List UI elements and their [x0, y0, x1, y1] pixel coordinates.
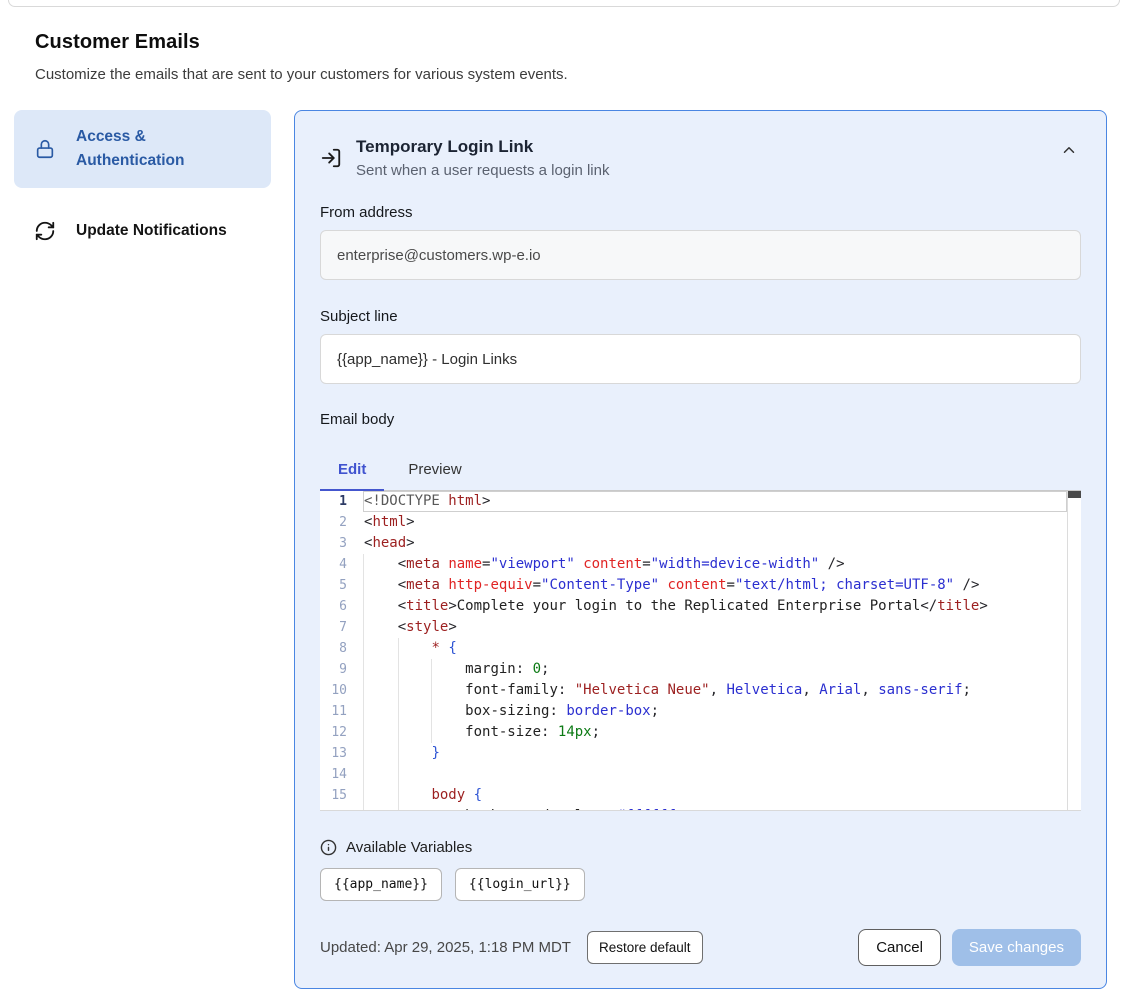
collapse-button[interactable]	[1057, 139, 1081, 163]
code-line-content: <html>	[363, 512, 415, 533]
code-line-content: }	[363, 743, 440, 764]
code-line[interactable]: 10 font-family: "Helvetica Neue", Helvet…	[320, 680, 1081, 701]
refresh-icon	[34, 220, 56, 242]
panel-footer: Updated: Apr 29, 2025, 1:18 PM MDT Resto…	[320, 929, 1081, 966]
code-line[interactable]: 3<head>	[320, 533, 1081, 554]
from-address-input[interactable]	[320, 230, 1081, 280]
editor-scrollbar[interactable]	[1067, 491, 1081, 810]
page-title: Customer Emails	[35, 31, 1093, 54]
variable-chips: {{app_name}} {{login_url}}	[320, 868, 1081, 901]
line-number: 13	[320, 743, 363, 764]
line-number: 6	[320, 596, 363, 617]
line-number: 2	[320, 512, 363, 533]
code-editor[interactable]: 1<!DOCTYPE html>2<html>3<head>4 <meta na…	[320, 491, 1081, 811]
code-line[interactable]: 13 }	[320, 743, 1081, 764]
tab-edit[interactable]: Edit	[320, 452, 384, 490]
lock-icon	[34, 138, 56, 160]
save-changes-button[interactable]: Save changes	[952, 929, 1081, 966]
sidebar-item-label: Access & Authentication	[76, 125, 251, 173]
panel-title: Temporary Login Link	[356, 137, 1043, 157]
tab-preview[interactable]: Preview	[390, 452, 479, 490]
code-line[interactable]: 4 <meta name="viewport" content="width=d…	[320, 554, 1081, 575]
panel-subtitle: Sent when a user requests a login link	[356, 162, 1043, 179]
cancel-button[interactable]: Cancel	[858, 929, 941, 966]
line-number: 10	[320, 680, 363, 701]
available-variables-label: Available Variables	[346, 839, 472, 856]
code-line-content: font-family: "Helvetica Neue", Helvetica…	[363, 680, 971, 701]
code-line-content: body {	[363, 785, 482, 806]
code-line-content: <!DOCTYPE html>	[363, 491, 490, 512]
code-line[interactable]: 15 body {	[320, 785, 1081, 806]
code-line[interactable]: 8 * {	[320, 638, 1081, 659]
line-number: 15	[320, 785, 363, 806]
info-icon[interactable]	[320, 839, 337, 856]
editor-scrollbar-thumb[interactable]	[1068, 491, 1081, 498]
code-line-content: background-color: #ffffff;	[363, 806, 684, 811]
code-line[interactable]: 1<!DOCTYPE html>	[320, 491, 1081, 512]
updated-timestamp: Updated: Apr 29, 2025, 1:18 PM MDT	[320, 939, 571, 956]
line-number: 7	[320, 617, 363, 638]
page-subtitle: Customize the emails that are sent to yo…	[35, 66, 1093, 83]
code-line[interactable]: 12 font-size: 14px;	[320, 722, 1081, 743]
available-variables-header: Available Variables	[320, 839, 1081, 856]
code-line-content: font-size: 14px;	[363, 722, 600, 743]
code-line-content: box-sizing: border-box;	[363, 701, 659, 722]
code-line-content: <meta name="viewport" content="width=dev…	[363, 554, 845, 575]
panel-header: Temporary Login Link Sent when a user re…	[320, 137, 1081, 179]
code-line-content: <head>	[363, 533, 415, 554]
line-number: 3	[320, 533, 363, 554]
code-line-content: * {	[363, 638, 457, 659]
line-number: 16	[320, 806, 363, 811]
subject-line-input[interactable]	[320, 334, 1081, 384]
chevron-up-icon	[1060, 147, 1078, 162]
code-line[interactable]: 9 margin: 0;	[320, 659, 1081, 680]
code-line[interactable]: 5 <meta http-equiv="Content-Type" conten…	[320, 575, 1081, 596]
line-number: 12	[320, 722, 363, 743]
code-line[interactable]: 14	[320, 764, 1081, 785]
code-line[interactable]: 11 box-sizing: border-box;	[320, 701, 1081, 722]
from-address-label: From address	[320, 204, 1081, 221]
line-number: 9	[320, 659, 363, 680]
line-number: 4	[320, 554, 363, 575]
line-number: 1	[320, 491, 363, 512]
line-number: 5	[320, 575, 363, 596]
code-line-content: <meta http-equiv="Content-Type" content=…	[363, 575, 979, 596]
code-line[interactable]: 7 <style>	[320, 617, 1081, 638]
sidebar-item-access-authentication[interactable]: Access & Authentication	[14, 110, 271, 188]
email-body-label: Email body	[320, 411, 1081, 428]
code-line[interactable]: 16 background-color: #ffffff;	[320, 806, 1081, 811]
code-line[interactable]: 6 <title>Complete your login to the Repl…	[320, 596, 1081, 617]
variable-chip[interactable]: {{app_name}}	[320, 868, 442, 901]
code-line-content: margin: 0;	[363, 659, 549, 680]
page-header: Customer Emails Customize the emails tha…	[0, 31, 1128, 83]
line-number: 8	[320, 638, 363, 659]
code-line-content	[363, 764, 364, 785]
login-icon	[320, 147, 342, 169]
line-number: 14	[320, 764, 363, 785]
variable-chip[interactable]: {{login_url}}	[455, 868, 585, 901]
code-line[interactable]: 2<html>	[320, 512, 1081, 533]
previous-card-bottom-edge	[8, 0, 1120, 7]
code-line-content: <title>Complete your login to the Replic…	[363, 596, 988, 617]
email-template-panel: Temporary Login Link Sent when a user re…	[294, 110, 1107, 989]
line-number: 11	[320, 701, 363, 722]
code-editor-lines: 1<!DOCTYPE html>2<html>3<head>4 <meta na…	[320, 491, 1081, 811]
restore-default-button[interactable]: Restore default	[587, 931, 703, 964]
subject-line-label: Subject line	[320, 308, 1081, 325]
editor-tabbar: EditPreview	[320, 452, 1081, 491]
sidebar-item-update-notifications[interactable]: Update Notifications	[14, 204, 271, 258]
code-line-content: <style>	[363, 617, 457, 638]
sidebar-item-label: Update Notifications	[76, 219, 227, 243]
sidebar: Access & Authentication Update Notificati…	[14, 110, 271, 258]
